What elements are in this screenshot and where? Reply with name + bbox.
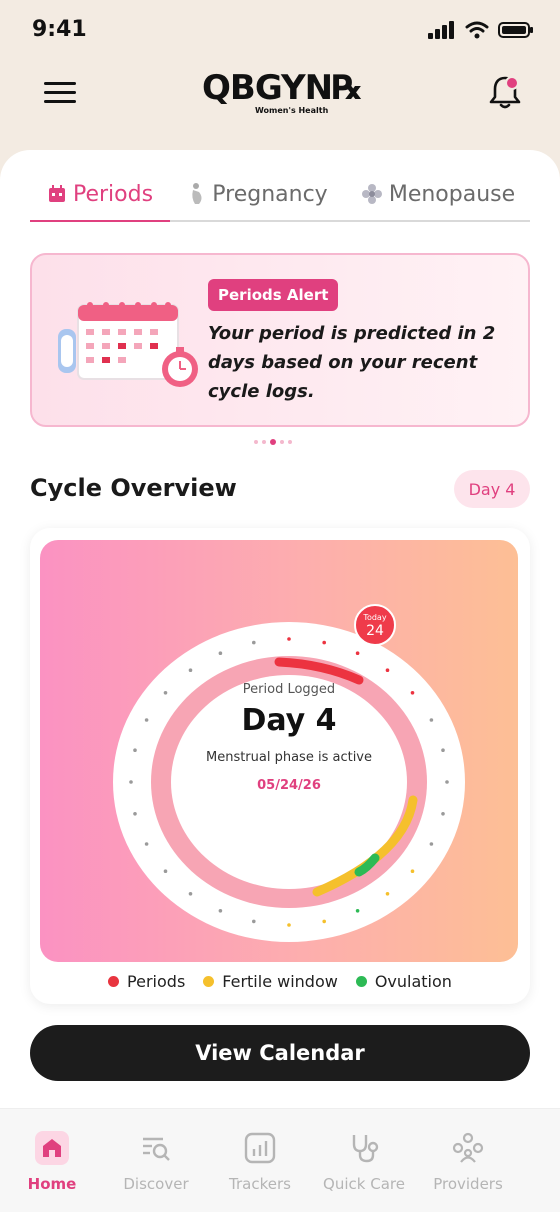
carousel-dot[interactable]: [280, 440, 284, 444]
home-icon: [35, 1131, 69, 1165]
trackers-icon: [244, 1132, 276, 1164]
cycle-day-tick: [287, 637, 291, 641]
cycle-day-tick: [410, 869, 415, 873]
discover-icon: [143, 1137, 170, 1161]
calendar-illustration-icon: [58, 302, 198, 387]
tab-periods-label: Periods: [72, 181, 154, 207]
nav-trackers-label: Trackers: [229, 1175, 291, 1193]
tab-periods[interactable]: Periods: [30, 168, 170, 222]
app-header: QBGYN℞ Women's Health: [0, 64, 560, 128]
app-logo: QBGYN℞ Women's Health: [200, 68, 370, 120]
today-marker: Today 24: [354, 604, 396, 646]
flower-icon: [361, 184, 382, 204]
providers-icon: [452, 1132, 484, 1163]
logo-subtitle: Women's Health: [255, 106, 329, 115]
menu-icon[interactable]: [44, 82, 76, 104]
cycle-day-tick: [144, 718, 149, 722]
cycle-day-value: Day 4: [241, 703, 337, 738]
carousel-dots: [254, 439, 292, 445]
cycle-day-tick: [429, 718, 434, 722]
battery-icon: [498, 22, 533, 38]
cycle-day-tick: [322, 640, 326, 645]
signal-icon: [428, 21, 454, 39]
status-icons: [428, 21, 534, 39]
cycle-day-tick: [322, 919, 326, 924]
tab-menopause[interactable]: Menopause: [346, 168, 530, 222]
view-calendar-button[interactable]: View Calendar: [30, 1025, 530, 1081]
cycle-day-pill: Day 4: [454, 470, 530, 508]
today-label: Today: [363, 613, 387, 622]
nav-quick-care-label: Quick Care: [323, 1175, 405, 1193]
cycle-day-tick: [445, 780, 449, 784]
cycle-day-tick: [385, 668, 390, 672]
cycle-day-tick: [188, 668, 193, 672]
nav-providers-label: Providers: [433, 1175, 503, 1193]
alert-badge: Periods Alert: [208, 279, 339, 311]
nav-discover[interactable]: Discover: [104, 1109, 208, 1212]
carousel-dot[interactable]: [262, 440, 266, 444]
cycle-day-tick: [133, 812, 137, 816]
stethoscope-icon: [352, 1135, 379, 1163]
legend-label: Fertile window: [222, 972, 338, 991]
legend-dot-periods: [108, 976, 120, 987]
cycle-day-tick: [144, 842, 149, 846]
legend-periods: Periods: [108, 972, 185, 991]
alert-message: Your period is predicted in 2 days based…: [208, 323, 496, 402]
nav-trackers[interactable]: Trackers: [208, 1109, 312, 1212]
tab-pregnancy[interactable]: Pregnancy: [170, 168, 346, 222]
cycle-day-tick: [163, 869, 168, 873]
wifi-icon: [465, 21, 489, 39]
notification-bell-icon[interactable]: [488, 74, 522, 110]
tab-menopause-label: Menopause: [388, 181, 516, 207]
status-bar: 9:41: [0, 0, 560, 64]
cycle-gradient-panel: Period Logged Day 4 Menstrual phase is a…: [40, 540, 518, 962]
carousel-dot[interactable]: [254, 440, 258, 444]
content-sheet: Periods Pregnancy Menopause Periods Aler…: [0, 150, 560, 1110]
status-time: 9:41: [32, 17, 87, 42]
cycle-day-tick: [355, 651, 360, 655]
cycle-day-tick: [218, 651, 223, 655]
bottom-navigation: Home Discover Trackers Quick Care Provid…: [0, 1108, 560, 1212]
cycle-day-tick: [429, 842, 434, 846]
legend-fertile: Fertile window: [203, 972, 338, 991]
logo-text: QBGYN℞: [202, 68, 363, 108]
cycle-day-tick: [441, 748, 445, 752]
carousel-dot[interactable]: [288, 440, 292, 444]
cycle-center: Period Logged Day 4 Menstrual phase is a…: [160, 682, 418, 793]
period-logged-label: Period Logged: [242, 682, 336, 697]
cycle-overview-card: Period Logged Day 4 Menstrual phase is a…: [30, 528, 530, 1004]
cycle-day-tick: [188, 892, 193, 896]
category-tabs: Periods Pregnancy Menopause: [30, 168, 530, 222]
tab-pregnancy-label: Pregnancy: [212, 181, 328, 207]
cycle-date: 05/24/26: [257, 778, 321, 793]
periods-alert-card[interactable]: Periods Alert Your period is predicted i…: [30, 253, 530, 427]
legend-dot-fertile: [203, 976, 215, 987]
nav-providers[interactable]: Providers: [416, 1109, 520, 1212]
cycle-day-tick: [133, 748, 137, 752]
cycle-day-tick: [129, 780, 133, 784]
nav-home-label: Home: [27, 1175, 77, 1193]
cycle-day-tick: [441, 812, 445, 816]
phase-status: Menstrual phase is active: [205, 750, 372, 765]
today-day: 24: [366, 623, 384, 639]
cycle-day-tick: [218, 909, 223, 913]
cycle-day-tick: [355, 909, 360, 913]
nav-discover-label: Discover: [123, 1175, 189, 1193]
nav-home[interactable]: Home: [0, 1109, 104, 1212]
legend-dot-ovulation: [355, 976, 367, 987]
nav-quick-care[interactable]: Quick Care: [312, 1109, 416, 1212]
cycle-day-tick: [385, 892, 390, 896]
cycle-day-tick: [287, 923, 291, 927]
pregnancy-icon: [192, 183, 202, 204]
legend-label: Ovulation: [374, 972, 452, 991]
calendar-pink-icon: [48, 185, 65, 202]
cycle-day-tick: [252, 640, 256, 645]
cycle-overview-title: Cycle Overview: [30, 474, 237, 502]
legend-label: Periods: [127, 972, 186, 991]
cycle-day-tick: [252, 919, 256, 924]
cycle-legend: Periods Fertile window Ovulation: [30, 972, 530, 991]
legend-ovulation: Ovulation: [355, 972, 452, 991]
carousel-dot-active[interactable]: [270, 439, 276, 445]
